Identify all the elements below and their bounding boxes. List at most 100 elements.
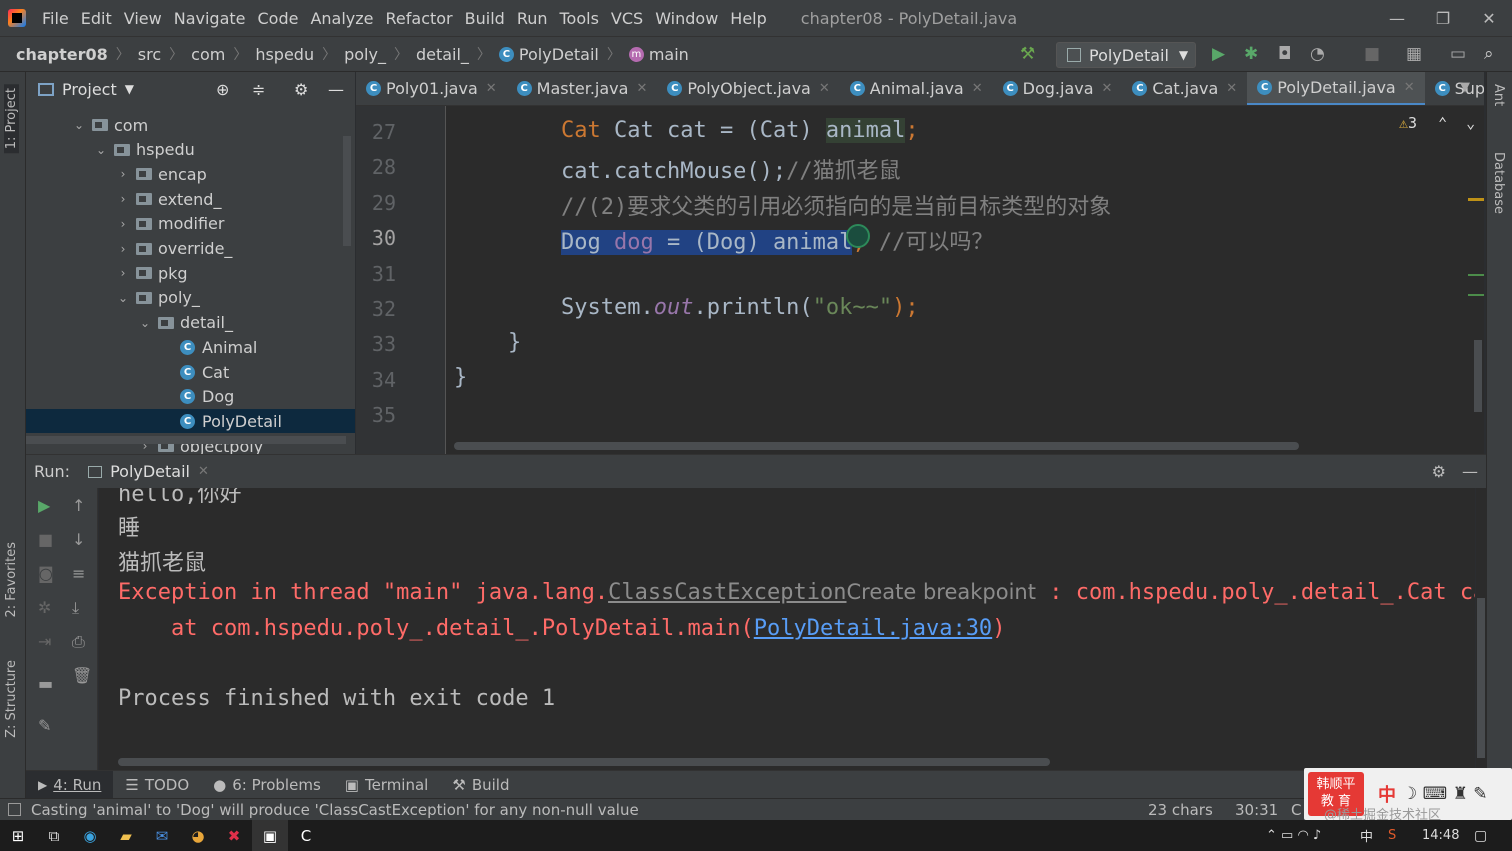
layout-icon[interactable]: ▭ [1450, 44, 1466, 64]
gear-icon[interactable]: ⚙ [1432, 462, 1446, 481]
tree-item[interactable]: C PolyDetail [26, 409, 355, 434]
console-horizontal-scrollbar[interactable] [118, 758, 1050, 766]
selection-chars[interactable]: 23 chars [1148, 801, 1213, 819]
hide-panel-icon[interactable]: — [1462, 462, 1478, 481]
layout-icon[interactable]: ▬ [38, 674, 53, 693]
rerun-icon[interactable]: ▶ [38, 496, 50, 515]
locate-icon[interactable]: ⊕ [216, 80, 229, 99]
editor-tab[interactable]: C PolyDetail.java ✕ [1247, 72, 1425, 105]
project-structure-icon[interactable]: ▦ [1406, 44, 1422, 64]
tree-item[interactable]: ⌄ com [26, 113, 355, 137]
tree-item[interactable]: ⌄ hspedu [26, 138, 355, 162]
coverage-icon[interactable]: ◘ [1278, 44, 1291, 64]
close-tab-icon[interactable]: ✕ [1226, 81, 1237, 96]
tree-item[interactable]: › encap [26, 162, 355, 186]
close-tab-icon[interactable]: ✕ [1102, 81, 1113, 96]
arrow-up-icon[interactable]: ↑ [72, 496, 85, 515]
editor-horizontal-scrollbar[interactable] [454, 442, 1299, 450]
tree-item[interactable]: ⌄ detail_ [26, 311, 355, 335]
crumb-hspedu[interactable]: hspedu [255, 45, 314, 64]
tool-tab-favorites[interactable]: 2: Favorites [4, 542, 19, 618]
source-link[interactable]: PolyDetail.java:30 [754, 616, 992, 641]
tray-icons[interactable]: ⌃ ▭ ◠ ♪ [1266, 828, 1321, 843]
close-tab-icon[interactable]: ✕ [819, 81, 830, 96]
console-output[interactable]: hello,你好 睡 猫抓老鼠 Exception in thread "mai… [99, 488, 1475, 770]
status-toggle-icon[interactable] [8, 803, 21, 816]
stop-icon[interactable]: ■ [1364, 44, 1380, 64]
menu-navigate[interactable]: Navigate [168, 9, 252, 28]
chevron-right-icon[interactable]: › [116, 266, 130, 280]
run-configuration-select[interactable]: PolyDetail ▼ [1056, 42, 1196, 68]
chevron-right-icon[interactable]: › [116, 242, 130, 256]
menu-edit[interactable]: Edit [75, 9, 118, 28]
chevron-right-icon[interactable]: › [116, 167, 130, 181]
menu-file[interactable]: File [36, 9, 75, 28]
close-tab-icon[interactable]: ✕ [1404, 80, 1415, 95]
clock[interactable]: 14:48 [1422, 828, 1459, 843]
pin-icon[interactable]: ✎ [38, 716, 51, 735]
editor-tab[interactable]: C PolyObject.java ✕ [657, 72, 839, 105]
chevron-down-icon[interactable]: ⌄ [116, 291, 130, 305]
crumb-src[interactable]: src [138, 45, 161, 64]
maximize-icon[interactable]: ❐ [1420, 0, 1466, 36]
intellij-taskbar-icon[interactable]: ▣ [252, 820, 288, 851]
tree-item[interactable]: › override_ [26, 237, 355, 261]
create-breakpoint-hint[interactable]: Create breakpoint [847, 580, 1036, 604]
chevron-down-icon[interactable]: ▼ [1460, 80, 1470, 95]
crumb-com[interactable]: com [191, 45, 225, 64]
exception-class-link[interactable]: ClassCastException [608, 580, 846, 605]
close-tab-icon[interactable]: ✕ [486, 81, 497, 96]
close-tab-icon[interactable]: ✕ [636, 81, 647, 96]
close-tab-icon[interactable]: ✕ [198, 464, 209, 479]
hide-panel-icon[interactable]: — [328, 80, 344, 99]
sogou-icon[interactable]: S [1388, 828, 1396, 843]
tree-item[interactable]: › modifier [26, 212, 355, 236]
caret-position[interactable]: 30:31 [1235, 801, 1278, 819]
tool-tab-ant[interactable]: Ant [1491, 84, 1506, 106]
chevron-right-icon[interactable]: › [116, 192, 130, 206]
crumb-poly[interactable]: poly_ [344, 45, 386, 64]
project-panel-title[interactable]: Project [62, 80, 117, 99]
chevron-down-icon[interactable]: ⌄ [94, 143, 108, 157]
xmind-icon[interactable]: ✖ [216, 820, 252, 851]
trash-icon[interactable]: 🗑 [72, 666, 92, 685]
file-explorer-icon[interactable]: ▰ [108, 820, 144, 851]
chevron-down-icon[interactable]: ⌄ [72, 118, 86, 132]
tree-horizontal-scrollbar[interactable] [26, 436, 346, 444]
windows-start-icon[interactable]: ⊞ [0, 820, 36, 851]
chevron-right-icon[interactable]: › [116, 217, 130, 231]
chevron-down-icon[interactable]: ▼ [125, 82, 134, 96]
tool-tab-build[interactable]: ⚒ Build [440, 771, 521, 799]
menu-window[interactable]: Window [649, 9, 724, 28]
profile-icon[interactable]: ◔ [1310, 44, 1325, 64]
code-editor[interactable]: 27 28 29 30 31 32 33 34 35 Cat Cat cat = (Cat) a… [356, 106, 1484, 454]
menu-code[interactable]: Code [252, 9, 305, 28]
debugger-icon[interactable]: ✲ [38, 598, 51, 617]
menu-tools[interactable]: Tools [554, 9, 605, 28]
tree-vertical-scrollbar[interactable] [343, 136, 351, 246]
tree-item[interactable]: › extend_ [26, 187, 355, 211]
build-hammer-icon[interactable]: ⚒ [1020, 44, 1035, 64]
editor-tab[interactable]: C Master.java ✕ [507, 72, 658, 105]
crumb-project[interactable]: chapter08 [16, 45, 108, 64]
exit-icon[interactable]: ⇥ [38, 632, 51, 651]
editor-tab[interactable]: C Cat.java ✕ [1122, 72, 1247, 105]
menu-refactor[interactable]: Refactor [380, 9, 459, 28]
notification-icon[interactable]: ▢ [1474, 828, 1487, 844]
print-icon[interactable]: ⎙ [72, 632, 85, 652]
error-stripe-mark[interactable] [1468, 198, 1484, 201]
editor-tab[interactable]: CSupe [1425, 72, 1484, 105]
tool-tab-todo[interactable]: ☰ TODO [113, 771, 201, 799]
task-view-icon[interactable]: ⧉ [36, 820, 72, 851]
tool-tab-structure[interactable]: Z: Structure [4, 660, 19, 738]
debug-icon[interactable]: ✱ [1244, 44, 1258, 64]
tool-tab-terminal[interactable]: ▣ Terminal [333, 771, 441, 799]
tree-item[interactable]: ⌄ poly_ [26, 286, 355, 310]
tool-tab-project[interactable]: 1: Project [4, 84, 19, 154]
chevron-down-icon[interactable]: ⌄ [138, 316, 152, 330]
ime-indicator[interactable]: 中 [1360, 826, 1373, 845]
editor-tab[interactable]: C Dog.java ✕ [993, 72, 1123, 105]
minimize-icon[interactable]: — [1374, 0, 1420, 36]
collapse-all-icon[interactable]: ≑ [252, 80, 265, 99]
change-marker[interactable] [1468, 274, 1484, 296]
